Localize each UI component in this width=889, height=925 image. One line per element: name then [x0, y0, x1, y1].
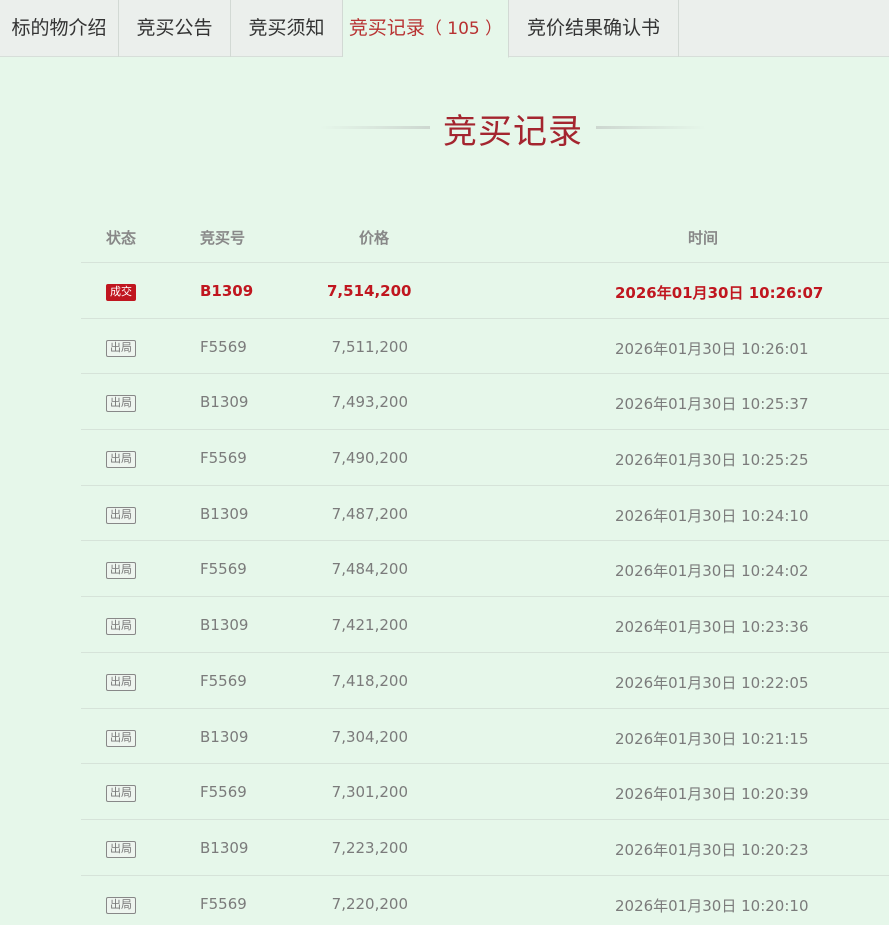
status-cell: 出局: [106, 728, 136, 748]
time-cell: 2026年01月30日 10:24:10: [615, 506, 809, 525]
tab-notice[interactable]: 竞买须知: [231, 0, 343, 57]
table-row: 出局 B1309 7,487,200 2026年01月30日 10:24:10: [81, 486, 889, 542]
table-header: 状态 竞买号 价格 时间: [81, 207, 889, 263]
status-badge: 出局: [106, 562, 136, 580]
price-cell: 7,421,200: [331, 616, 408, 635]
status-badge: 出局: [106, 506, 136, 524]
tab-label: 竞价结果确认书: [526, 17, 660, 39]
tab-item-intro[interactable]: 标的物介绍: [0, 0, 119, 57]
price-cell: 7,418,200: [331, 671, 408, 690]
price-cell: 7,490,200: [331, 449, 408, 468]
status-cell: 出局: [106, 449, 136, 469]
status-badge: 出局: [106, 729, 136, 747]
tab-label: 竞买须知: [248, 17, 325, 39]
status-cell: 出局: [106, 560, 136, 580]
table-row: 出局 F5569 7,484,200 2026年01月30日 10:24:02: [81, 541, 889, 598]
status-cell: 出局: [106, 505, 136, 525]
status-badge: 出局: [106, 339, 136, 357]
bid-number-cell: B1309: [200, 504, 249, 523]
price-cell: 7,304,200: [331, 727, 408, 746]
status-cell: 成交: [106, 282, 136, 302]
tab-label: 标的物介绍: [11, 17, 107, 39]
table-row: 出局 F5569 7,511,200 2026年01月30日 10:26:01: [81, 319, 889, 375]
bid-number-cell: B1309: [200, 282, 254, 300]
status-badge: 成交: [106, 284, 136, 301]
tab-label: 竞买记录: [348, 17, 425, 39]
time-cell: 2026年01月30日 10:20:23: [615, 840, 809, 859]
bid-number-cell: F5569: [200, 337, 247, 356]
bid-number-cell: F5569: [200, 783, 247, 802]
time-cell: 2026年01月30日 10:22:05: [615, 673, 809, 692]
status-badge: 出局: [106, 673, 136, 691]
status-badge: 出局: [106, 840, 136, 858]
bid-records-table: 状态 竞买号 价格 时间 成交 B1309 7,514,200 2026年01月30日…: [81, 207, 889, 925]
status-cell: 出局: [106, 672, 136, 692]
time-cell: 2026年01月30日 10:26:01: [615, 339, 809, 358]
price-cell: 7,514,200: [327, 282, 412, 300]
tab-bid-records[interactable]: 竞买记录（ 105 ）: [343, 0, 509, 58]
table-row: 成交 B1309 7,514,200 2026年01月30日 10:26:07: [81, 263, 889, 319]
price-cell: 7,223,200: [331, 838, 408, 857]
table-row: 出局 F5569 7,418,200 2026年01月30日 10:22:05: [81, 653, 889, 709]
time-cell: 2026年01月30日 10:26:07: [615, 284, 824, 302]
time-cell: 2026年01月30日 10:23:36: [615, 618, 809, 637]
table-row: 出局 F5569 7,301,200 2026年01月30日 10:20:39: [81, 764, 889, 820]
time-cell: 2026年01月30日 10:20:39: [615, 785, 809, 804]
table-row: 出局 B1309 7,304,200 2026年01月30日 10:21:15: [81, 709, 889, 765]
table-row: 出局 B1309 7,223,200 2026年01月30日 10:20:23: [81, 820, 889, 876]
table-row: 出局 B1309 7,421,200 2026年01月30日 10:23:36: [81, 597, 889, 653]
status-badge: 出局: [106, 896, 136, 914]
time-cell: 2026年01月30日 10:25:25: [615, 451, 809, 470]
time-cell: 2026年01月30日 10:20:10: [615, 896, 809, 915]
section-title: 竞买记录: [443, 112, 583, 152]
table-body: 成交 B1309 7,514,200 2026年01月30日 10:26:07 出局 F5…: [81, 263, 889, 925]
status-badge: 出局: [106, 785, 136, 803]
price-cell: 7,487,200: [331, 504, 408, 523]
table-row: 出局 F5569 7,220,200 2026年01月30日 10:20:10: [81, 876, 889, 925]
tab-result-confirmation[interactable]: 竞价结果确认书: [509, 0, 679, 57]
status-cell: 出局: [106, 783, 136, 803]
time-cell: 2026年01月30日 10:24:02: [615, 562, 809, 581]
price-cell: 7,511,200: [331, 337, 408, 356]
bid-number-cell: B1309: [200, 616, 249, 635]
tab-bar: 标的物介绍 竞买公告 竞买须知 竞买记录（ 105 ） 竞价结果确认书: [0, 0, 889, 58]
tab-count: （ 105 ）: [424, 19, 503, 39]
header-status: 状态: [106, 229, 137, 247]
status-cell: 出局: [106, 393, 136, 413]
status-cell: 出局: [106, 616, 136, 636]
status-cell: 出局: [106, 338, 136, 358]
header-bid-number: 竞买号: [200, 229, 246, 247]
status-badge: 出局: [106, 451, 136, 469]
price-cell: 7,484,200: [331, 560, 408, 579]
bid-number-cell: F5569: [200, 560, 247, 579]
bid-number-cell: B1309: [200, 393, 249, 412]
bid-number-cell: F5569: [200, 894, 247, 913]
header-time: 时间: [688, 229, 719, 247]
time-cell: 2026年01月30日 10:25:37: [615, 395, 809, 414]
bid-number-cell: F5569: [200, 449, 247, 468]
section-heading: 竞买记录: [300, 100, 720, 154]
price-cell: 7,220,200: [331, 894, 408, 913]
tab-announcement[interactable]: 竞买公告: [119, 0, 231, 57]
bid-number-cell: B1309: [200, 838, 249, 857]
status-badge: 出局: [106, 618, 136, 636]
status-cell: 出局: [106, 895, 136, 915]
price-cell: 7,493,200: [331, 393, 408, 412]
table-row: 出局 B1309 7,493,200 2026年01月30日 10:25:37: [81, 374, 889, 431]
time-cell: 2026年01月30日 10:21:15: [615, 729, 809, 748]
tab-label: 竞买公告: [136, 17, 213, 39]
heading-divider-left: [320, 126, 430, 129]
bid-number-cell: B1309: [200, 727, 249, 746]
price-cell: 7,301,200: [331, 783, 408, 802]
status-cell: 出局: [106, 839, 136, 859]
heading-divider-right: [596, 126, 706, 129]
bid-number-cell: F5569: [200, 671, 247, 690]
table-row: 出局 F5569 7,490,200 2026年01月30日 10:25:25: [81, 430, 889, 486]
header-price: 价格: [359, 229, 390, 247]
status-badge: 出局: [106, 395, 136, 413]
